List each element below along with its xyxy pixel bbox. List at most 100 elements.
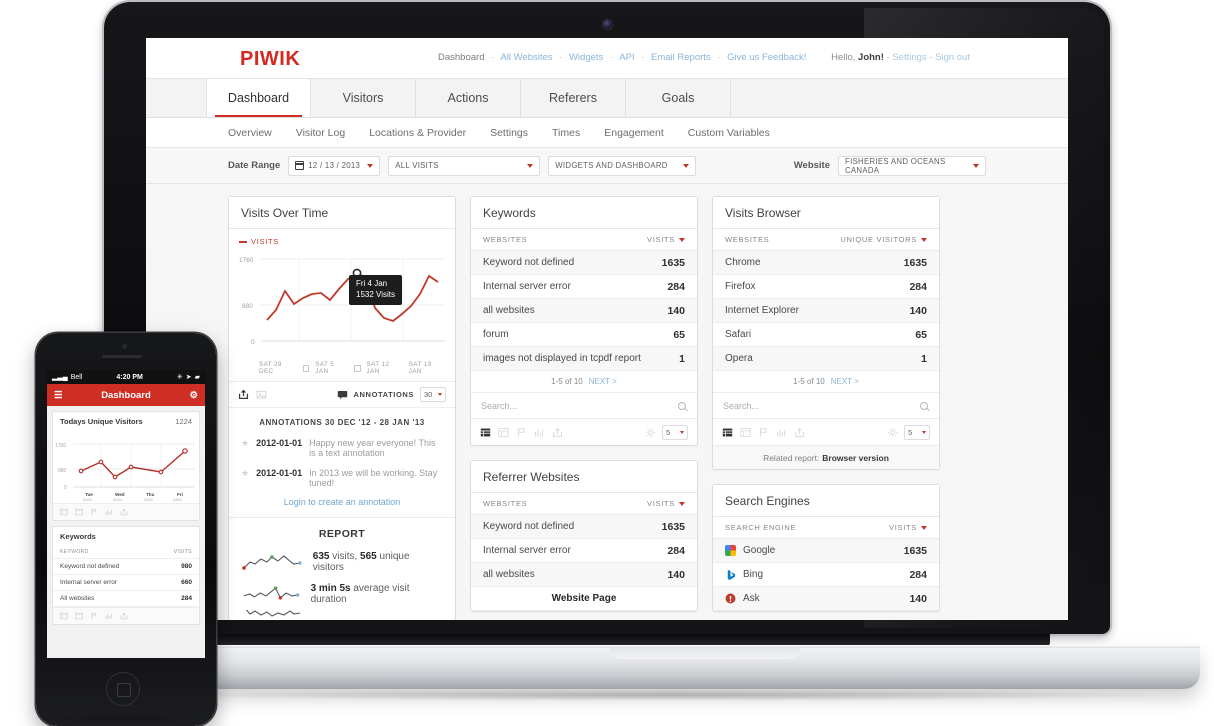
- column-header-label[interactable]: WEBSITES: [483, 499, 527, 508]
- subtab-engagement[interactable]: Engagement: [604, 127, 664, 139]
- table-row[interactable]: Website Page: [471, 587, 697, 611]
- widget-search[interactable]: Search...: [713, 393, 939, 419]
- period-select[interactable]: 30: [420, 387, 446, 402]
- tab-goals[interactable]: Goals: [626, 79, 731, 117]
- subtab-visitor-log[interactable]: Visitor Log: [296, 127, 345, 139]
- bar-chart-icon[interactable]: [776, 427, 787, 438]
- table-row[interactable]: Safari 65: [713, 323, 939, 347]
- sparkline-row[interactable]: 635 visits, 565 unique visitors: [229, 546, 455, 578]
- segment-select[interactable]: ALL VISITS: [388, 155, 541, 176]
- column-header-value[interactable]: VISITS: [889, 523, 927, 532]
- flag-icon[interactable]: [90, 612, 98, 620]
- export-icon[interactable]: [552, 427, 563, 438]
- table-row[interactable]: Keyword not defined 1635: [471, 251, 697, 275]
- table-view-icon[interactable]: [480, 427, 491, 438]
- column-header-value[interactable]: VISITS: [647, 499, 685, 508]
- calendar-icon[interactable]: [353, 364, 361, 372]
- flag-icon[interactable]: [90, 508, 98, 516]
- signout-link[interactable]: Sign out: [935, 52, 970, 63]
- bar-chart-icon[interactable]: [105, 612, 113, 620]
- table-row[interactable]: Chrome 1635: [713, 251, 939, 275]
- create-annotation-link[interactable]: Login to create an annotation: [229, 495, 455, 517]
- annotation-item[interactable]: ★ 2012-01-01 In 2013 we will be working.…: [229, 465, 455, 495]
- table-row[interactable]: forum 65: [471, 323, 697, 347]
- table-row[interactable]: all websites 140: [471, 563, 697, 587]
- table-view-icon[interactable]: [60, 612, 68, 620]
- sparkline-row-partial[interactable]: [229, 610, 455, 620]
- visits-line-chart[interactable]: 1760 880 0: [239, 248, 447, 360]
- tab-referers[interactable]: Referers: [521, 79, 626, 117]
- hamburger-menu-icon[interactable]: ☰: [54, 390, 63, 401]
- search-icon[interactable]: [678, 401, 686, 410]
- tab-visitors[interactable]: Visitors: [311, 79, 416, 117]
- column-header-value[interactable]: UNIQUE VISITORS: [840, 235, 927, 244]
- subtab-overview[interactable]: Overview: [228, 127, 272, 139]
- export-icon[interactable]: [120, 612, 128, 620]
- piwik-logo[interactable]: PIWIK: [240, 48, 300, 71]
- subtab-custom-variables[interactable]: Custom Variables: [688, 127, 770, 139]
- annotations-button-label[interactable]: ANNOTATIONS: [354, 390, 414, 399]
- image-export-icon[interactable]: [256, 389, 267, 400]
- settings-link[interactable]: Settings: [892, 52, 926, 63]
- pagination-next[interactable]: NEXT >: [589, 377, 617, 386]
- subtab-times[interactable]: Times: [552, 127, 580, 139]
- related-report[interactable]: Related report: Browser version: [713, 445, 939, 469]
- phone-table-row[interactable]: Internal server error 660: [53, 575, 199, 591]
- dashboard-select[interactable]: WIDGETS AND DASHBOARD: [548, 155, 697, 176]
- export-icon[interactable]: [120, 508, 128, 516]
- table-row[interactable]: Google 1635: [713, 539, 939, 563]
- website-select[interactable]: FISHERIES AND OCEANS CANADA: [838, 155, 986, 176]
- pagination-next[interactable]: NEXT >: [831, 377, 859, 386]
- topnav-item-feedback[interactable]: Give us Feedback!: [727, 52, 806, 63]
- topnav-item-dashboard[interactable]: Dashboard: [438, 52, 484, 63]
- widget-search[interactable]: Search...: [471, 393, 697, 419]
- table-view-icon[interactable]: [722, 427, 733, 438]
- column-header-label[interactable]: WEBSITES: [483, 235, 527, 244]
- table-row[interactable]: all websites 140: [471, 299, 697, 323]
- annotations-icon[interactable]: [337, 389, 348, 400]
- gear-icon[interactable]: ⚙: [189, 390, 198, 401]
- related-report-value[interactable]: Browser version: [822, 453, 889, 463]
- rows-per-page-select[interactable]: 5: [662, 424, 688, 440]
- sparkline-row[interactable]: 3 min 5s average visit duration: [229, 578, 455, 610]
- column-header-label[interactable]: WEBSITES: [725, 235, 769, 244]
- star-icon[interactable]: ★: [241, 438, 249, 458]
- column-header-label[interactable]: SEARCH ENGINE: [725, 523, 796, 532]
- table-row[interactable]: Internet Explorer 140: [713, 299, 939, 323]
- subtab-settings[interactable]: Settings: [490, 127, 528, 139]
- table-row[interactable]: Opera 1: [713, 347, 939, 371]
- calendar-icon[interactable]: [302, 364, 310, 372]
- bar-chart-icon[interactable]: [105, 508, 113, 516]
- topnav-item-email-reports[interactable]: Email Reports: [651, 52, 711, 63]
- flag-icon[interactable]: [758, 427, 769, 438]
- table-row[interactable]: images not displayed in tcpdf report 1: [471, 347, 697, 371]
- bar-chart-icon[interactable]: [534, 427, 545, 438]
- phone-table-row[interactable]: All websites 284: [53, 591, 199, 607]
- phone-table-row[interactable]: Keyword not defined 980: [53, 559, 199, 575]
- subtab-locations-provider[interactable]: Locations & Provider: [369, 127, 466, 139]
- gear-icon[interactable]: [887, 427, 898, 438]
- table-row[interactable]: Internal server error 284: [471, 539, 697, 563]
- topnav-item-all-websites[interactable]: All Websites: [500, 52, 552, 63]
- home-button[interactable]: [106, 672, 140, 706]
- table-row[interactable]: Internal server error 284: [471, 275, 697, 299]
- topnav-item-api[interactable]: API: [619, 52, 634, 63]
- star-icon[interactable]: ★: [241, 468, 249, 488]
- gear-icon[interactable]: [645, 427, 656, 438]
- rows-per-page-select[interactable]: 5: [904, 424, 930, 440]
- export-icon[interactable]: [238, 389, 249, 400]
- flag-icon[interactable]: [516, 427, 527, 438]
- table-more-icon[interactable]: [75, 612, 83, 620]
- table-row[interactable]: Bing 284: [713, 563, 939, 587]
- tab-actions[interactable]: Actions: [416, 79, 521, 117]
- column-header-value[interactable]: VISITS: [647, 235, 685, 244]
- export-icon[interactable]: [794, 427, 805, 438]
- table-more-icon[interactable]: [75, 508, 83, 516]
- table-more-icon[interactable]: [498, 427, 509, 438]
- phone-line-chart[interactable]: 1760 880 0 Tue 01/01 Wed 02/01 Thu 03/01…: [53, 431, 199, 503]
- table-view-icon[interactable]: [60, 508, 68, 516]
- search-icon[interactable]: [920, 401, 928, 410]
- table-row[interactable]: Ask 140: [713, 587, 939, 611]
- topnav-item-widgets[interactable]: Widgets: [569, 52, 603, 63]
- table-row[interactable]: Keyword not defined 1635: [471, 515, 697, 539]
